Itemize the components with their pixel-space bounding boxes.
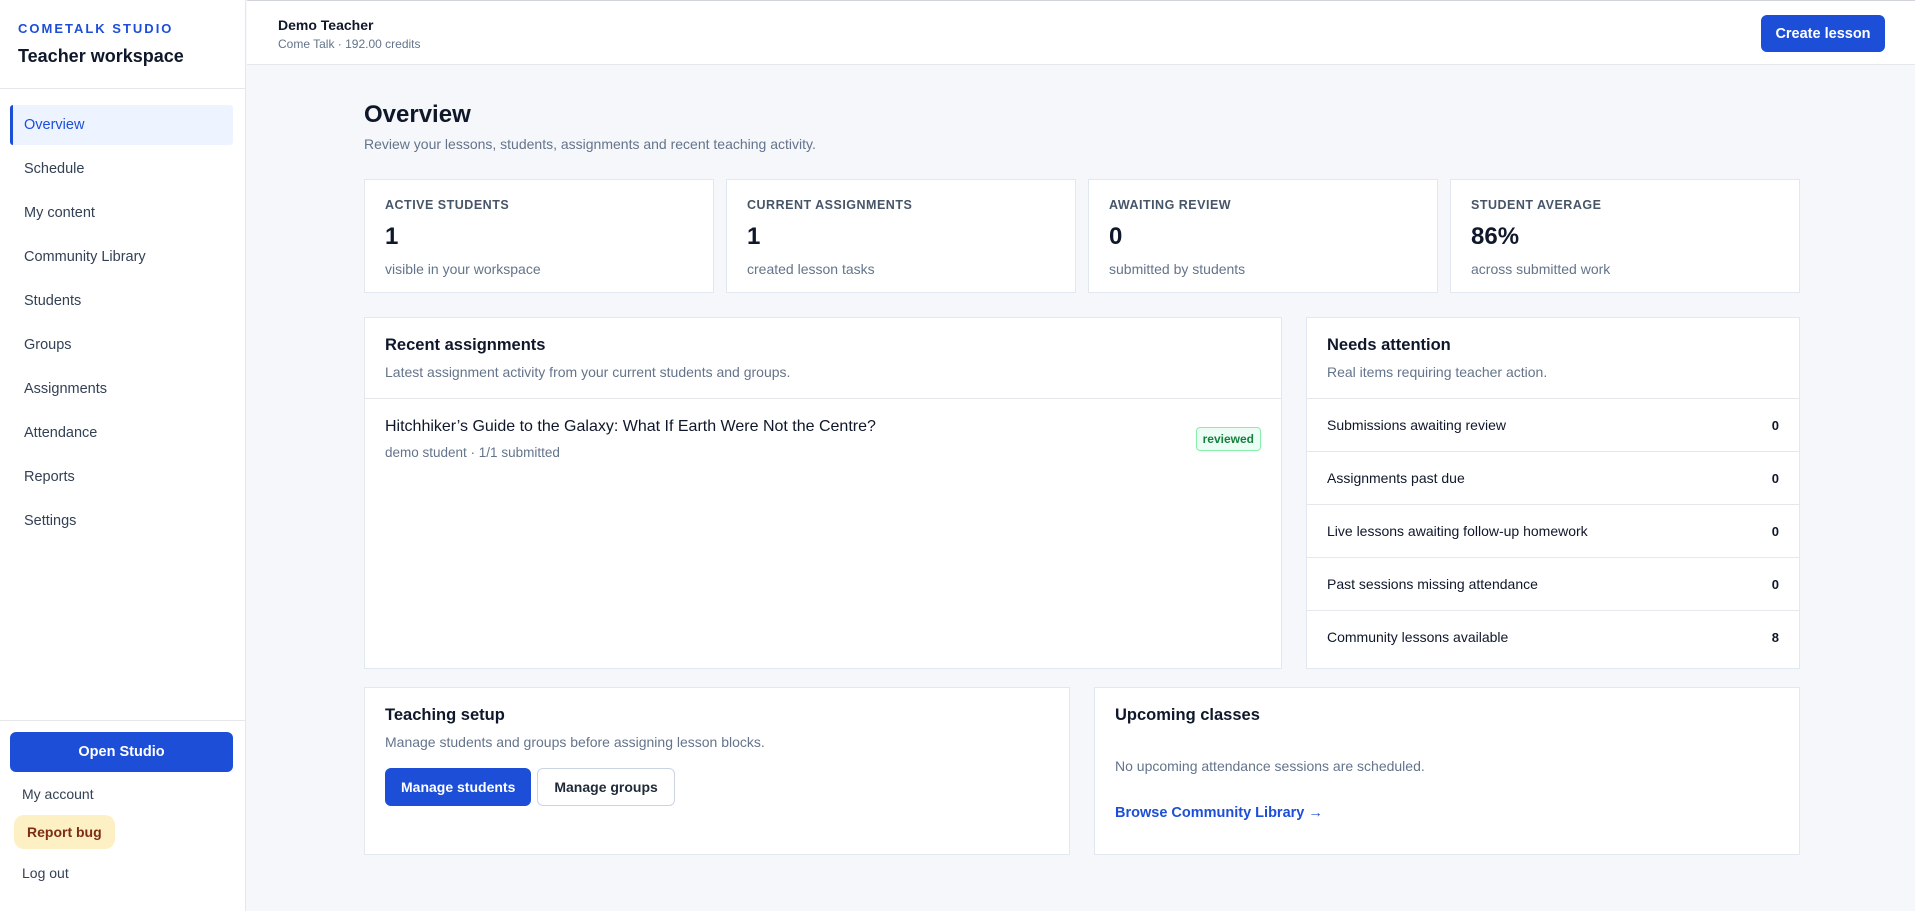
sidebar-footer: Open Studio My account Report bug Log ou… <box>0 720 246 911</box>
attention-label: Live lessons awaiting follow-up homework <box>1327 523 1588 539</box>
sidebar: COMETALK STUDIO Teacher workspace Overvi… <box>0 0 246 911</box>
stat-card-active-students: ACTIVE STUDENTS 1 visible in your worksp… <box>364 179 714 293</box>
card-title: Recent assignments <box>385 336 546 354</box>
card-title: Upcoming classes <box>1115 706 1260 724</box>
upcoming-classes-card: Upcoming classes No upcoming attendance … <box>1094 687 1800 855</box>
my-account-link[interactable]: My account <box>10 786 234 802</box>
card-description: Manage students and groups before assign… <box>385 734 765 750</box>
attention-label: Community lessons available <box>1327 629 1509 645</box>
stat-label: AWAITING REVIEW <box>1109 198 1232 212</box>
stat-value: 1 <box>385 223 399 250</box>
sidebar-item-assignments[interactable]: Assignments <box>10 369 233 409</box>
stat-note: created lesson tasks <box>747 261 875 277</box>
open-studio-button[interactable]: Open Studio <box>10 732 233 772</box>
recent-assignments-card: Recent assignments Latest assignment act… <box>364 317 1282 669</box>
attention-item[interactable]: Assignments past due 0 <box>1307 451 1799 504</box>
empty-state-text: No upcoming attendance sessions are sche… <box>1115 758 1425 774</box>
attention-label: Submissions awaiting review <box>1327 417 1506 433</box>
attention-label: Assignments past due <box>1327 470 1465 486</box>
assignment-title[interactable]: Hitchhiker’s Guide to the Galaxy: What I… <box>385 418 1261 436</box>
card-title: Teaching setup <box>385 706 505 724</box>
assignment-meta: demo student · 1/1 submitted <box>385 445 560 460</box>
stat-note: visible in your workspace <box>385 261 541 277</box>
attention-count: 0 <box>1771 417 1779 433</box>
attention-item[interactable]: Community lessons available 8 <box>1307 610 1799 663</box>
report-bug-button[interactable]: Report bug <box>14 815 115 849</box>
card-description: Latest assignment activity from your cur… <box>385 364 791 380</box>
card-title: Needs attention <box>1327 336 1451 354</box>
log-out-link[interactable]: Log out <box>10 865 234 881</box>
needs-attention-card: Needs attention Real items requiring tea… <box>1306 317 1800 669</box>
user-meta: Come Talk · 192.00 credits <box>278 37 421 51</box>
attention-count: 0 <box>1771 576 1779 592</box>
brand: COMETALK STUDIO Teacher workspace <box>0 0 245 89</box>
stat-value: 86% <box>1471 223 1520 250</box>
manage-students-button[interactable]: Manage students <box>385 768 532 806</box>
sidebar-item-schedule[interactable]: Schedule <box>10 149 233 189</box>
stat-card-student-average: STUDENT AVERAGE 86% across submitted wor… <box>1450 179 1800 293</box>
stat-note: submitted by students <box>1109 261 1246 277</box>
attention-count: 0 <box>1771 523 1779 539</box>
page-title: Overview <box>364 101 471 128</box>
sidebar-item-overview[interactable]: Overview <box>10 105 233 145</box>
topbar: Demo Teacher Come Talk · 192.00 credits … <box>247 0 1915 65</box>
sidebar-item-reports[interactable]: Reports <box>10 457 233 497</box>
browse-community-library-link[interactable]: Browse Community Library → <box>1095 805 1323 821</box>
stat-value: 1 <box>747 223 761 250</box>
sidebar-item-community-library[interactable]: Community Library <box>10 237 233 277</box>
stat-card-current-assignments: CURRENT ASSIGNMENTS 1 created lesson tas… <box>726 179 1076 293</box>
attention-item[interactable]: Live lessons awaiting follow-up homework… <box>1307 504 1799 557</box>
sidebar-item-attendance[interactable]: Attendance <box>10 413 233 453</box>
sidebar-item-my-content[interactable]: My content <box>10 193 233 233</box>
user-name: Demo Teacher <box>278 17 374 33</box>
attention-item[interactable]: Submissions awaiting review 0 <box>1307 398 1799 451</box>
attention-count: 8 <box>1771 629 1779 645</box>
attention-item[interactable]: Past sessions missing attendance 0 <box>1307 557 1799 610</box>
stat-label: ACTIVE STUDENTS <box>385 198 510 212</box>
brand-kicker: COMETALK STUDIO <box>18 21 174 36</box>
page-subtitle: Review your lessons, students, assignmen… <box>364 136 816 152</box>
sidebar-nav: Overview Schedule My content Community L… <box>0 89 245 541</box>
stat-label: STUDENT AVERAGE <box>1471 198 1602 212</box>
manage-groups-button[interactable]: Manage groups <box>537 768 675 806</box>
card-description: Real items requiring teacher action. <box>1327 364 1548 380</box>
sidebar-item-settings[interactable]: Settings <box>10 501 233 541</box>
status-badge: reviewed <box>1195 427 1261 451</box>
assignment-row[interactable]: Hitchhiker’s Guide to the Galaxy: What I… <box>365 398 1281 479</box>
stat-card-awaiting-review: AWAITING REVIEW 0 submitted by students <box>1088 179 1438 293</box>
attention-count: 0 <box>1771 470 1779 486</box>
attention-list: Submissions awaiting review 0 Assignment… <box>1307 398 1799 663</box>
sidebar-item-groups[interactable]: Groups <box>10 325 233 365</box>
teaching-setup-card: Teaching setup Manage students and group… <box>364 687 1070 855</box>
brand-title: Teacher workspace <box>18 46 184 66</box>
stat-label: CURRENT ASSIGNMENTS <box>747 198 913 212</box>
sidebar-item-students[interactable]: Students <box>10 281 233 321</box>
stat-note: across submitted work <box>1471 261 1611 277</box>
attention-label: Past sessions missing attendance <box>1327 576 1538 592</box>
create-lesson-button[interactable]: Create lesson <box>1761 15 1885 52</box>
stat-value: 0 <box>1109 223 1123 250</box>
